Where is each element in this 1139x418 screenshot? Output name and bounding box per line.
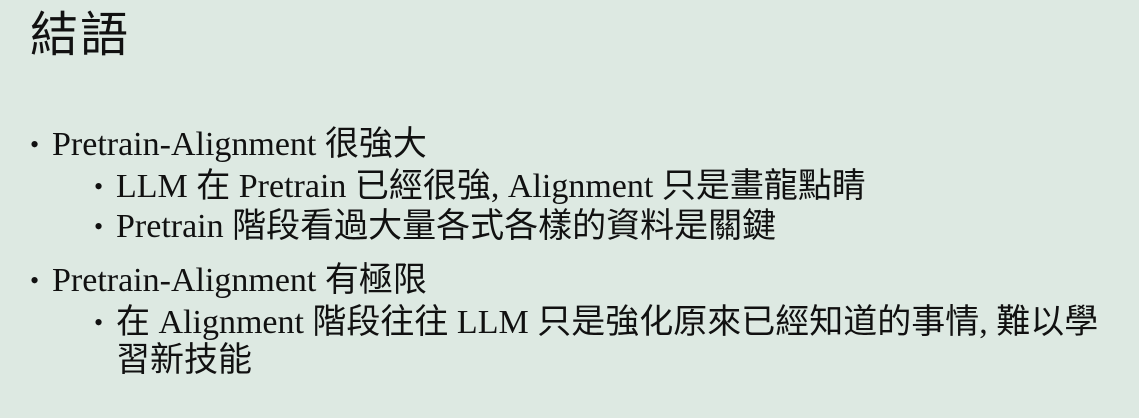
bullet-list: • Pretrain-Alignment 很強大 • LLM 在 Pretrai… [30,124,1125,380]
slide: 結語 • Pretrain-Alignment 很強大 • LLM 在 Pret… [0,0,1139,418]
sub-bullet-list: • 在 Alignment 階段往往 LLM 只是強化原來已經知道的事情, 難以… [52,304,1125,380]
bullet-dot-icon: • [94,308,104,337]
bullet-item: • Pretrain-Alignment 很強大 • LLM 在 Pretrai… [30,124,1125,246]
bullet-dot-icon: • [30,266,40,295]
sub-bullet-text: 在 Alignment 階段往往 LLM 只是強化原來已經知道的事情, 難以學習… [116,304,1099,379]
bullet-text: Pretrain-Alignment 很強大 [52,126,427,163]
bullet-dot-icon: • [94,212,104,241]
bullet-item: • Pretrain-Alignment 有極限 • 在 Alignment 階… [30,260,1125,380]
bullet-dot-icon: • [30,130,40,159]
slide-title: 結語 [30,9,131,62]
sub-bullet-item: • 在 Alignment 階段往往 LLM 只是強化原來已經知道的事情, 難以… [94,304,1125,380]
bullet-dot-icon: • [94,172,104,201]
sub-bullet-item: • LLM 在 Pretrain 已經很強, Alignment 只是畫龍點睛 [94,168,1125,206]
sub-bullet-text: LLM 在 Pretrain 已經很強, Alignment 只是畫龍點睛 [116,168,866,205]
bullet-text: Pretrain-Alignment 有極限 [52,262,427,299]
sub-bullet-text: Pretrain 階段看過大量各式各樣的資料是關鍵 [116,208,777,245]
sub-bullet-item: • Pretrain 階段看過大量各式各樣的資料是關鍵 [94,208,1125,246]
sub-bullet-list: • LLM 在 Pretrain 已經很強, Alignment 只是畫龍點睛 … [52,168,1125,246]
